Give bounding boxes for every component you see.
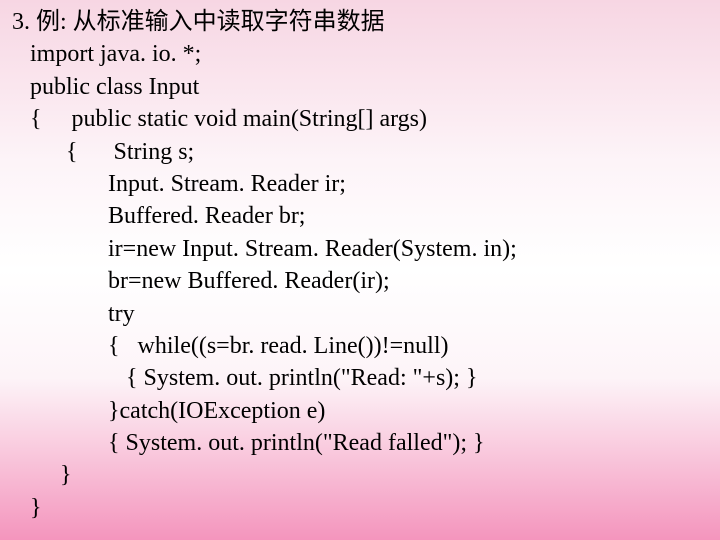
code-line: { System. out. println("Read: "+s); } xyxy=(6,362,720,394)
code-line: Buffered. Reader br; xyxy=(6,200,720,232)
code-line: public class Input xyxy=(6,71,720,103)
code-line: import java. io. *; xyxy=(6,38,720,70)
code-line: } xyxy=(6,459,720,491)
code-line: br=new Buffered. Reader(ir); xyxy=(6,265,720,297)
code-line: Input. Stream. Reader ir; xyxy=(6,168,720,200)
code-line: { System. out. println("Read falled"); } xyxy=(6,427,720,459)
code-line: { public static void main(String[] args) xyxy=(6,103,720,135)
code-line: { String s; xyxy=(6,136,720,168)
code-line: try xyxy=(6,298,720,330)
title-line: 3. 例: 从标准输入中读取字符串数据 xyxy=(6,6,720,38)
code-line: } xyxy=(6,492,720,524)
code-line: ir=new Input. Stream. Reader(System. in)… xyxy=(6,233,720,265)
code-line: }catch(IOException e) xyxy=(6,395,720,427)
code-line: { while((s=br. read. Line())!=null) xyxy=(6,330,720,362)
